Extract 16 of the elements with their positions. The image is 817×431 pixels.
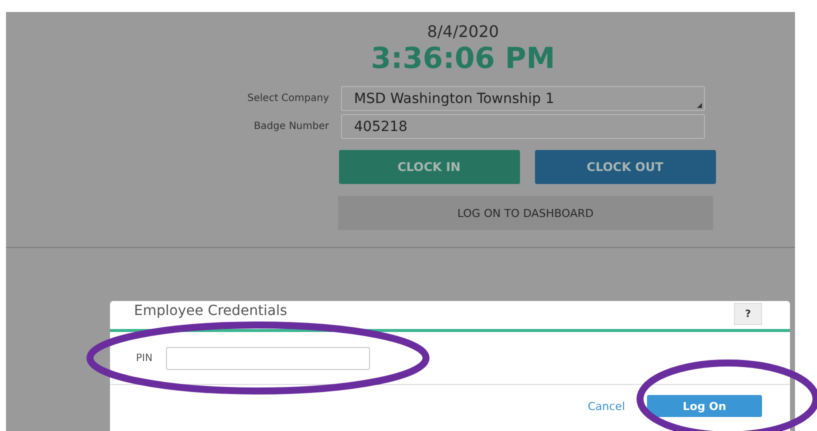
dialog-title: Employee Credentials: [134, 303, 288, 319]
cancel-link[interactable]: Cancel: [588, 400, 625, 412]
help-button[interactable]: ?: [734, 303, 762, 325]
date-text: 8/4/2020: [427, 22, 499, 41]
clock-in-button[interactable]: CLOCK IN: [338, 150, 520, 184]
time-text: 3:36:06 PM: [370, 41, 556, 75]
resize-grip-icon: [697, 103, 702, 108]
pin-field[interactable]: [166, 346, 370, 370]
field-label: Select Company: [246, 93, 329, 104]
dashboard-button[interactable]: LOG ON TO DASHBOARD: [338, 196, 713, 230]
pin-label: PIN: [136, 352, 152, 364]
company-select[interactable]: MSD Washington Township 1: [341, 86, 705, 111]
clock-out-button[interactable]: CLOCK OUT: [534, 150, 716, 184]
log-on-button[interactable]: Log On: [647, 395, 762, 417]
badge-field[interactable]: 405218: [341, 114, 705, 139]
field-label: Badge Number: [252, 121, 329, 132]
